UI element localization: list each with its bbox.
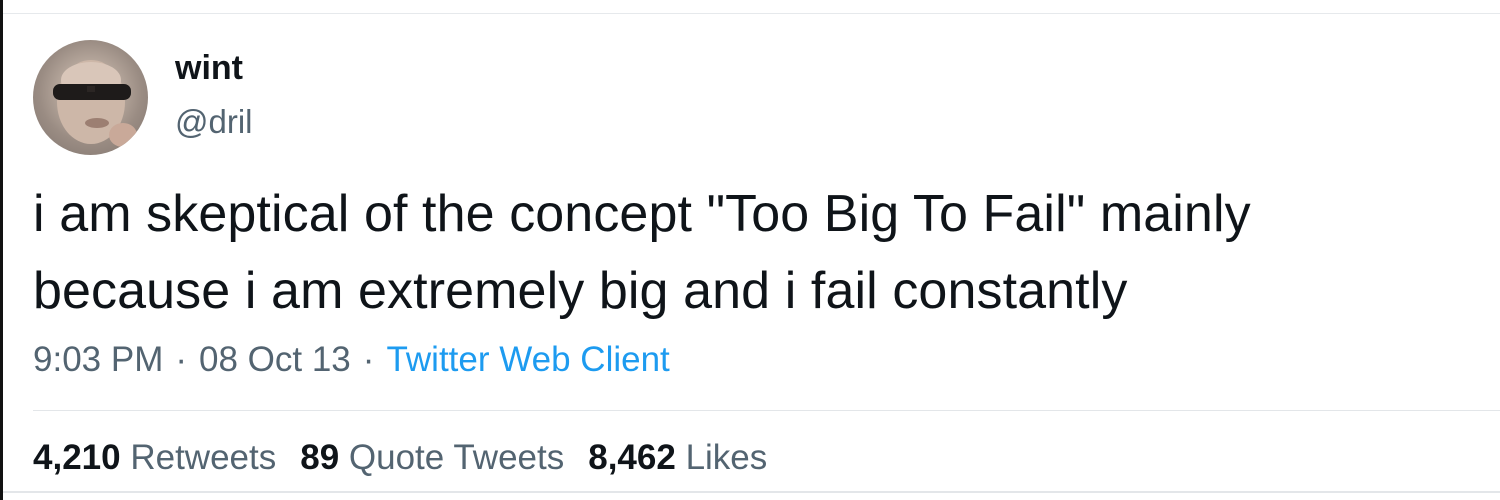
avatar[interactable] [33,40,148,155]
author-block: wint @dril [175,48,253,142]
user-handle[interactable]: @dril [175,102,253,142]
retweets-stat[interactable]: 4,210 Retweets [33,436,276,480]
tweet-text-line-1: i am skeptical of the concept "Too Big T… [33,185,1251,243]
avatar-photo-icon [53,60,137,147]
likes-stat[interactable]: 8,462 Likes [588,436,767,480]
meta-separator: · [175,340,188,379]
tweet-card: wint @dril i am skeptical of the concept… [0,0,1500,500]
tweet-metadata: 9:03 PM · 08 Oct 13 · Twitter Web Client [33,338,670,382]
likes-count: 8,462 [588,438,676,477]
engagement-stats: 4,210 Retweets 89 Quote Tweets 8,462 Likes [33,436,791,480]
display-name[interactable]: wint [175,48,253,88]
quote-tweets-label: Quote Tweets [348,438,565,477]
tweet-text-line-2: because i am extremely big and i fail co… [33,262,1128,320]
quote-tweets-count: 89 [300,438,340,477]
likes-label: Likes [685,438,768,477]
retweets-label: Retweets [130,438,277,477]
stats-divider [33,410,1500,411]
tweet-time[interactable]: 9:03 PM [33,340,163,379]
tweet-date[interactable]: 08 Oct 13 [199,340,351,379]
tweet-source-link[interactable]: Twitter Web Client [386,340,669,379]
tweet-text: i am skeptical of the concept "Too Big T… [33,176,1493,330]
retweets-count: 4,210 [33,438,121,477]
quote-tweets-stat[interactable]: 89 Quote Tweets [300,436,564,480]
meta-separator: · [362,340,375,379]
bottom-divider [3,491,1500,493]
top-divider [3,13,1500,14]
